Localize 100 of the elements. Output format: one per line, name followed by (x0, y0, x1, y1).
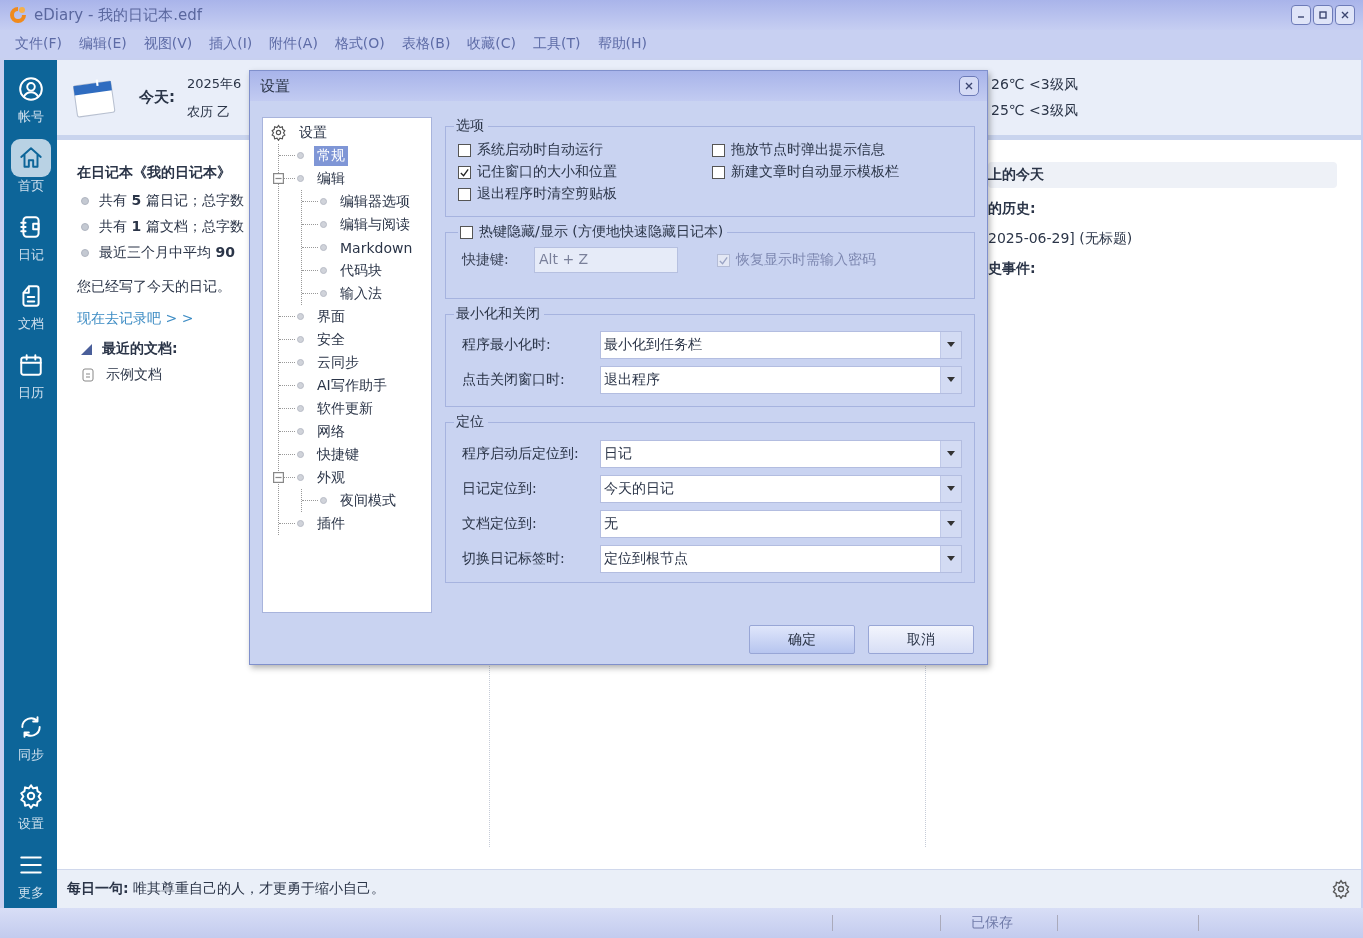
sidebar-item[interactable]: 同步 (4, 708, 57, 764)
document-icon (82, 368, 94, 382)
bullet-icon (297, 336, 304, 343)
record-link[interactable]: 现在去记录吧 > > (77, 310, 194, 328)
caret-icon (947, 377, 955, 382)
stat-text: 共有 1 篇文档；总字数 (99, 218, 244, 236)
checkbox-label[interactable]: 新建文章时自动显示模板栏 (731, 163, 899, 181)
weather-text: 26℃ <3级风 (991, 75, 1078, 94)
caret-icon (947, 451, 955, 456)
tree-item[interactable]: 软件更新 (314, 398, 376, 419)
recent-documents-label: 最近的文档: (102, 340, 178, 358)
checkbox-label[interactable]: 拖放节点时弹出提示信息 (731, 141, 885, 159)
calendar-icon (17, 352, 44, 378)
expand-triangle-icon[interactable] (81, 343, 92, 355)
minimize-button[interactable] (1291, 5, 1311, 25)
tree-item[interactable]: 编辑器选项 (337, 191, 413, 212)
dropdown[interactable]: 日记 (600, 439, 962, 468)
cancel-button[interactable]: 取消 (868, 625, 974, 654)
field-label: 程序启动后定位到: (461, 444, 580, 463)
menu-item[interactable]: 收藏(C) (460, 35, 527, 53)
tree-item[interactable]: 界面 (314, 306, 348, 327)
tree-item[interactable]: 网络 (314, 421, 348, 442)
checkbox-label[interactable]: 系统启动时自动运行 (477, 141, 603, 159)
group-title: 选项 (455, 117, 485, 135)
date-text: 2025年6 (187, 74, 242, 93)
field-label: 点击关闭窗口时: (461, 370, 566, 389)
menu-item[interactable]: 视图(V) (136, 35, 203, 53)
tree-item[interactable]: 编辑与阅读 (337, 214, 413, 235)
bullet-icon (320, 221, 327, 228)
group-title: 最小化和关闭 (455, 305, 541, 323)
tree-item[interactable]: AI写作助手 (314, 375, 390, 396)
bullet-icon (320, 497, 327, 504)
tree-item[interactable]: 代码块 (337, 260, 385, 281)
collapse-toggle-icon[interactable] (273, 472, 284, 483)
tree-item[interactable]: 夜间模式 (337, 490, 399, 511)
dropdown[interactable]: 定位到根节点 (600, 544, 962, 573)
bullet-icon (81, 223, 89, 231)
tree-item[interactable]: 设置 (296, 122, 330, 143)
dialog-title: 设置 (260, 76, 290, 96)
bullet-icon (320, 198, 327, 205)
daily-quote: 每日一句: 唯其尊重自己的人，才更勇于缩小自己。 (67, 880, 386, 898)
tree-item[interactable]: 云同步 (314, 352, 362, 373)
bullet-icon (297, 474, 304, 481)
bullet-icon (297, 405, 304, 412)
bullet-icon (297, 382, 304, 389)
menu-item[interactable]: 文件(F) (8, 35, 72, 53)
settings-icon[interactable] (1331, 879, 1351, 899)
sidebar-item[interactable]: 文档 (4, 277, 57, 333)
checkbox[interactable] (458, 143, 471, 157)
tree-item[interactable]: 安全 (314, 329, 348, 350)
settings-icon (17, 783, 44, 809)
lunar-date-text: 农历 乙 (187, 102, 231, 121)
field-label: 切换日记标签时: (461, 549, 566, 568)
caret-icon (947, 521, 955, 526)
status-text: 您已经写了今天的日记。 (77, 278, 231, 296)
events-label: 史事件: (988, 260, 1037, 278)
tree-item[interactable]: 插件 (314, 513, 348, 534)
history-entry[interactable]: 2025-06-29] (无标题) (988, 230, 1337, 248)
close-button[interactable] (1335, 5, 1355, 25)
stat-text: 最近三个月中平均 90 (99, 244, 235, 262)
menu-item[interactable]: 编辑(E) (72, 35, 137, 53)
dropdown[interactable]: 今天的日记 (600, 474, 962, 503)
bullet-icon (320, 244, 327, 251)
ok-button[interactable]: 确定 (749, 625, 855, 654)
caret-icon (947, 342, 955, 347)
collapse-toggle-icon[interactable] (273, 173, 284, 184)
tree-item[interactable]: 外观 (314, 467, 348, 488)
stat-text: 共有 5 篇日记；总字数 (99, 192, 244, 210)
sidebar-item[interactable]: 日历 (4, 346, 57, 402)
checkbox[interactable] (712, 143, 725, 157)
dropdown[interactable]: 无 (600, 509, 962, 538)
menu-item[interactable]: 插入(I) (202, 35, 263, 53)
menu-item[interactable]: 表格(B) (394, 35, 461, 53)
caret-icon (947, 556, 955, 561)
tree-item[interactable]: 编辑 (314, 168, 348, 189)
sidebar-item[interactable]: 帐号 (4, 70, 57, 126)
group-title: 定位 (455, 413, 485, 431)
maximize-icon (1318, 10, 1328, 20)
section-header: 上的今天 (988, 162, 1337, 188)
checkbox[interactable] (458, 165, 471, 179)
tree-item[interactable]: Markdown (337, 238, 416, 257)
checkbox[interactable] (458, 187, 471, 201)
bullet-icon (297, 359, 304, 366)
tree-item[interactable]: 输入法 (337, 283, 385, 304)
menu-item[interactable]: 附件(A) (262, 35, 328, 53)
sidebar-item[interactable]: 设置 (4, 777, 57, 833)
checkbox-label[interactable]: 退出程序时清空剪贴板 (477, 185, 617, 203)
dropdown[interactable]: 退出程序 (600, 365, 962, 394)
sidebar-item[interactable]: 更多 (4, 846, 57, 902)
tree-item[interactable]: 快捷键 (314, 444, 362, 465)
sidebar-item[interactable]: 日记 (4, 208, 57, 264)
document-link[interactable]: 示例文档 (106, 366, 162, 384)
dropdown[interactable]: 最小化到任务栏 (600, 330, 962, 359)
checkbox-label[interactable]: 记住窗口的大小和位置 (477, 163, 617, 181)
menu-item[interactable]: 帮助(H) (590, 35, 657, 53)
checkbox[interactable] (712, 165, 725, 179)
overview-heading: 在日记本《我的日记本》 (77, 164, 231, 182)
maximize-button[interactable] (1313, 5, 1333, 25)
close-button[interactable] (959, 76, 979, 96)
close-icon (1340, 10, 1350, 20)
